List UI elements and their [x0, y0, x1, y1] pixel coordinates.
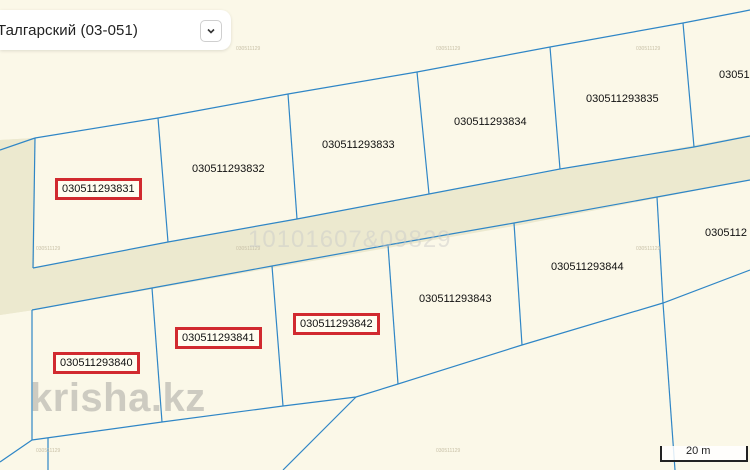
road-strip-left — [0, 138, 35, 315]
krisha-watermark: krisha.kz — [30, 376, 206, 420]
tile-tag: 030511129 — [636, 46, 661, 52]
tile-tag: 030511129 — [36, 448, 61, 454]
parcel-label-highlighted[interactable]: 030511293840 — [53, 352, 140, 374]
parcel-label[interactable]: 030511293835 — [586, 93, 659, 105]
parcel-label[interactable]: 030511293833 — [322, 139, 395, 151]
district-label: Талгарский (03-051) — [0, 21, 138, 39]
parcel-label[interactable]: 030511293844 — [551, 261, 624, 273]
parcel-label-highlighted[interactable]: 030511293841 — [175, 327, 262, 349]
parcel-label[interactable]: 030511293832 — [192, 163, 265, 175]
tile-tag: 030511129 — [636, 246, 661, 252]
tile-tag: 030511129 — [436, 448, 461, 454]
parcel-label[interactable]: 0305112 — [705, 227, 747, 239]
scale-bar: 20 m — [660, 445, 748, 462]
tile-tag: 030511129 — [436, 46, 461, 52]
tile-tag: 030511129 — [236, 46, 261, 52]
parcel-label[interactable]: 030511293834 — [454, 116, 527, 128]
parcel-label-highlighted[interactable]: 030511293842 — [293, 313, 380, 335]
parcel-label[interactable]: 03051 — [719, 69, 750, 81]
road-id-watermark: 10101607&09829 — [248, 226, 452, 253]
scale-label: 20 m — [686, 445, 711, 457]
tile-tag: 030511129 — [36, 246, 61, 252]
parcel-label-highlighted[interactable]: 030511293831 — [55, 178, 142, 200]
parcel-label[interactable]: 030511293843 — [419, 293, 492, 305]
district-dropdown[interactable]: Талгарский (03-051) — [0, 10, 231, 50]
chevron-down-icon[interactable] — [200, 20, 222, 42]
